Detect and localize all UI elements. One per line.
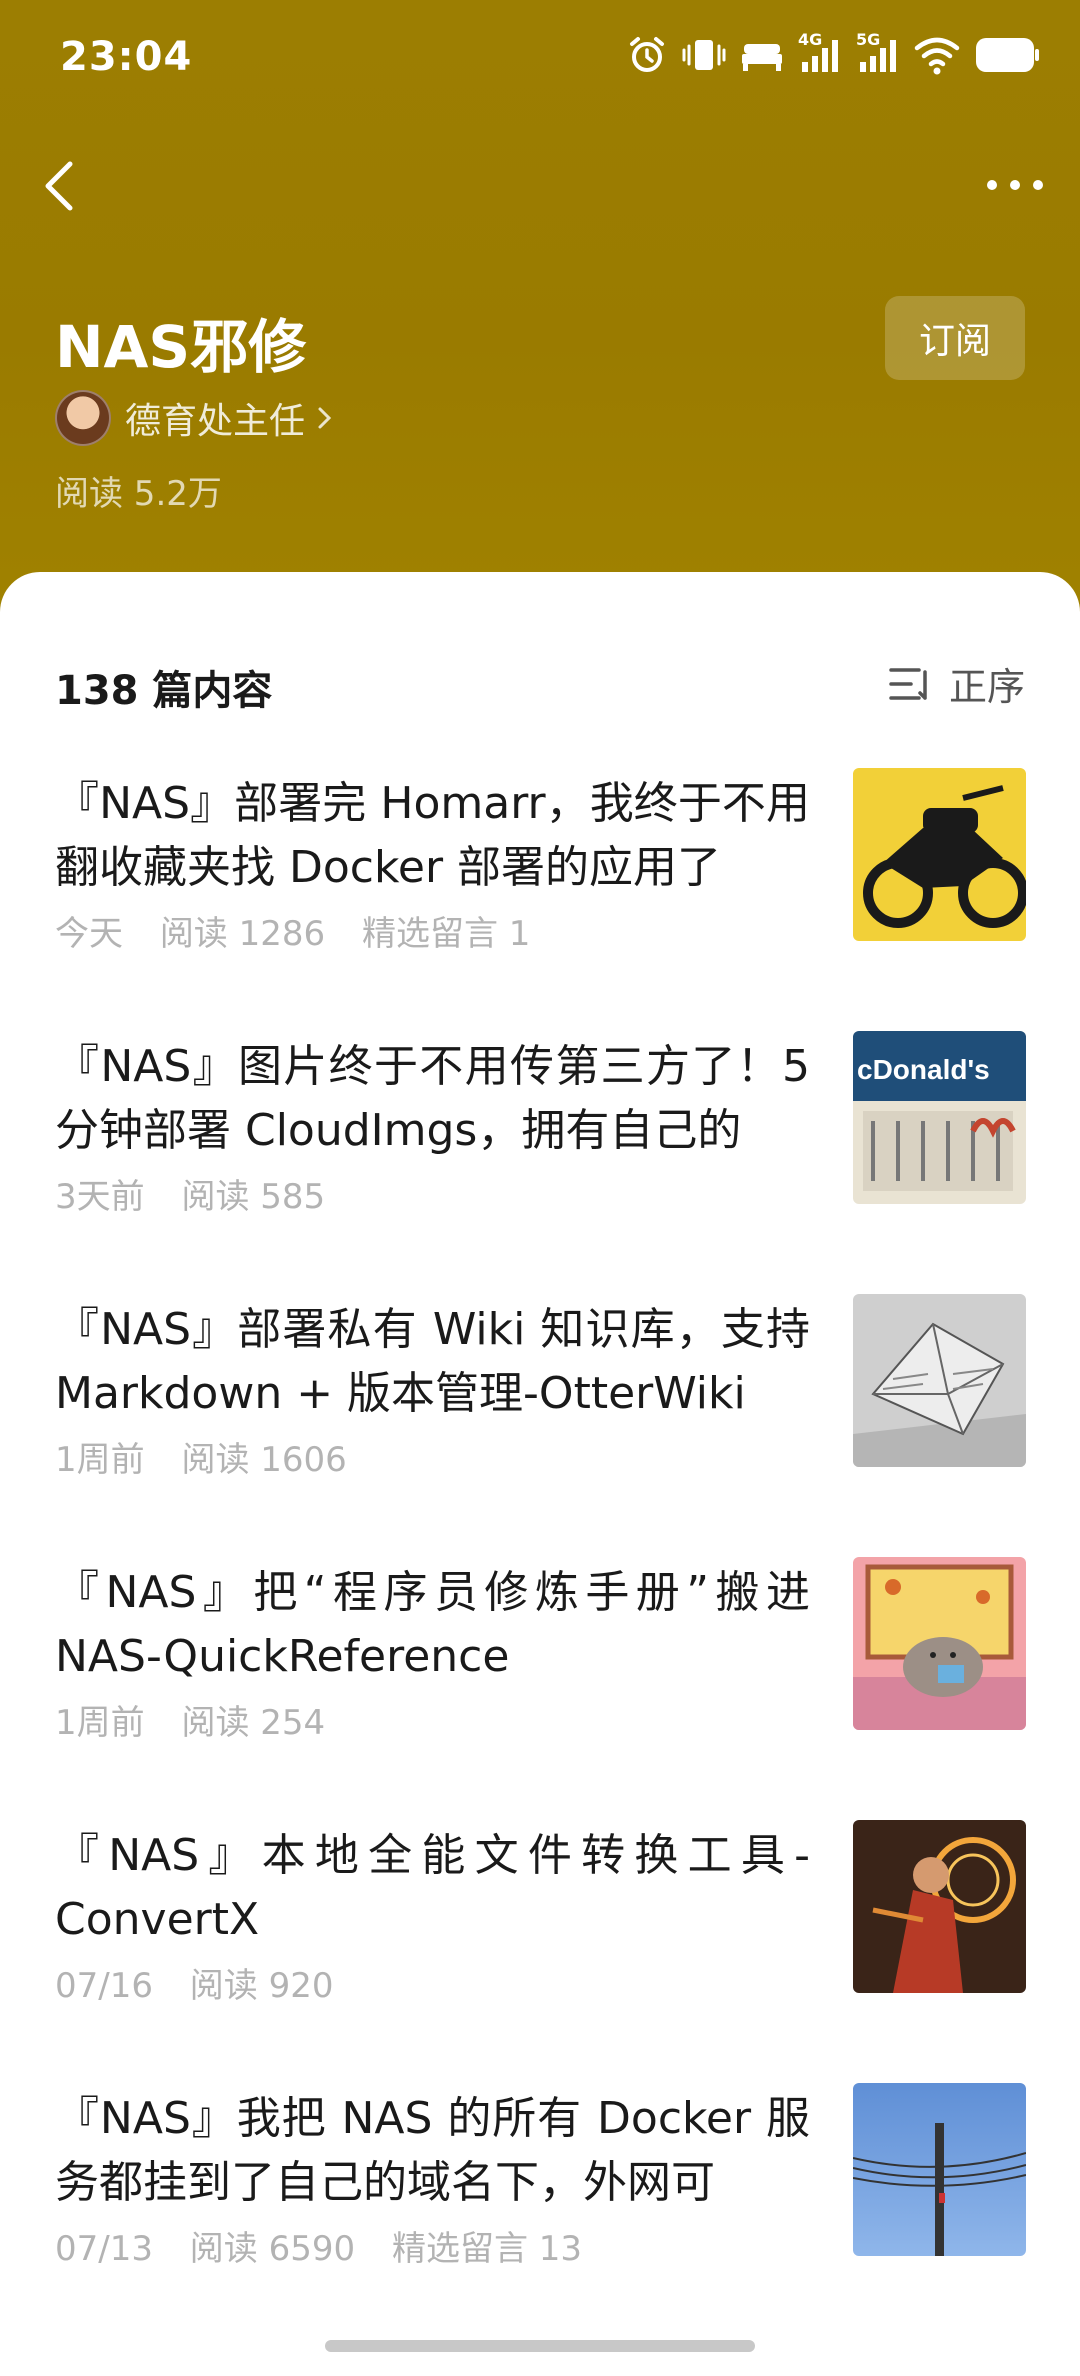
article-title: 『NAS』把“程序员修炼手册”搬进NAS-QuickReference bbox=[55, 1567, 810, 1682]
chevron-right-icon bbox=[318, 407, 332, 429]
article-meta: 07/16 阅读 920 bbox=[55, 1958, 360, 2007]
thumbnail-text: cDonald's bbox=[857, 1054, 990, 1085]
article-item[interactable]: 『NAS』把“程序员修炼手册”搬进NAS-QuickReference 1周前 … bbox=[0, 1557, 1080, 1824]
article-item[interactable]: 『NAS』图片终于不用传第三方了！5 分钟部署 CloudImgs，拥有自己的 … bbox=[0, 1031, 1080, 1298]
article-meta: 07/13 阅读 6590 精选留言 13 bbox=[55, 2221, 608, 2270]
article-date: 3天前 bbox=[55, 1177, 145, 1217]
article-reads: 阅读 1286 bbox=[159, 914, 326, 954]
avatar bbox=[55, 390, 111, 446]
status-bar: 23:04 4G 5G bbox=[0, 0, 1080, 110]
article-date: 1周前 bbox=[55, 1703, 145, 1743]
more-icon[interactable] bbox=[980, 160, 1050, 210]
article-date: 今天 bbox=[55, 914, 123, 954]
article-reads: 阅读 1606 bbox=[181, 1440, 347, 1480]
article-item[interactable]: 『NAS』本地全能文件转换工具-ConvertX 07/16 阅读 920 bbox=[0, 1820, 1080, 2087]
article-meta: 今天 阅读 1286 精选留言 1 bbox=[55, 906, 556, 955]
article-meta: 1周前 阅读 1606 bbox=[55, 1432, 373, 1481]
status-time: 23:04 bbox=[60, 34, 193, 80]
content-panel: 138 篇内容 正序 『NAS』部署完 Homarr，我终于不用翻收藏夹找 Do… bbox=[0, 572, 1080, 2376]
back-arrow-icon[interactable] bbox=[30, 150, 90, 220]
home-indicator[interactable] bbox=[325, 2340, 755, 2352]
vibrate-icon bbox=[682, 40, 726, 70]
sort-button[interactable]: 正序 bbox=[887, 656, 1025, 711]
alarm-icon bbox=[630, 37, 664, 72]
article-thumbnail bbox=[853, 2083, 1026, 2256]
article-meta: 3天前 阅读 585 bbox=[55, 1169, 351, 1218]
article-thumbnail bbox=[853, 1294, 1026, 1467]
article-thumbnail bbox=[853, 768, 1026, 941]
article-reads: 阅读 920 bbox=[189, 1966, 334, 2006]
article-item[interactable]: 『NAS』部署私有 Wiki 知识库，支持 Markdown + 版本管理-Ot… bbox=[0, 1294, 1080, 1561]
signal-5g: 5G bbox=[856, 30, 900, 76]
author-name: 德育处主任 bbox=[125, 401, 306, 442]
article-title: 『NAS』部署完 Homarr，我终于不用翻收藏夹找 Docker 部署的应用了 bbox=[55, 778, 810, 893]
author-link[interactable]: 德育处主任 bbox=[55, 388, 335, 448]
status-icons: 4G 5G bbox=[626, 30, 1040, 76]
bed-icon bbox=[742, 44, 782, 71]
article-item[interactable]: 『NAS』部署完 Homarr，我终于不用翻收藏夹找 Docker 部署的应用了… bbox=[0, 768, 1080, 1035]
article-thumbnail bbox=[853, 1557, 1026, 1730]
article-list: 『NAS』部署完 Homarr，我终于不用翻收藏夹找 Docker 部署的应用了… bbox=[0, 768, 1080, 2350]
article-reads: 阅读 6590 bbox=[189, 2229, 356, 2269]
article-date: 07/16 bbox=[55, 1966, 153, 2006]
subscribe-button[interactable]: 订阅 bbox=[885, 296, 1025, 380]
cell-signal-icon bbox=[802, 40, 838, 72]
article-reads: 阅读 254 bbox=[181, 1703, 326, 1743]
sort-label: 正序 bbox=[948, 665, 1025, 709]
article-comments: 精选留言 13 bbox=[391, 2229, 583, 2269]
article-reads: 阅读 585 bbox=[181, 1177, 326, 1217]
sort-icon bbox=[889, 667, 927, 700]
total-reads: 阅读 5.2万 bbox=[55, 474, 222, 514]
article-thumbnail bbox=[853, 1820, 1026, 1993]
wifi-icon bbox=[914, 37, 960, 75]
article-title: 『NAS』图片终于不用传第三方了！5 分钟部署 CloudImgs，拥有自己的 bbox=[55, 1041, 810, 1156]
content-count: 138 篇内容 bbox=[55, 668, 273, 714]
article-thumbnail: cDonald's bbox=[853, 1031, 1026, 1204]
cell-signal-icon bbox=[860, 40, 896, 72]
article-meta: 1周前 阅读 254 bbox=[55, 1695, 351, 1744]
battery-icon bbox=[976, 38, 1039, 72]
article-title: 『NAS』我把 NAS 的所有 Docker 服务都挂到了自己的域名下，外网可 bbox=[55, 2093, 810, 2208]
header: 23:04 4G 5G NAS邪修 订阅 德育处主任 阅读 5.2万 bbox=[0, 0, 1080, 620]
signal-4g: 4G bbox=[798, 30, 842, 76]
article-date: 1周前 bbox=[55, 1440, 145, 1480]
account-title: NAS邪修 bbox=[55, 313, 307, 381]
article-comments: 精选留言 1 bbox=[361, 914, 531, 954]
article-title: 『NAS』部署私有 Wiki 知识库，支持 Markdown + 版本管理-Ot… bbox=[55, 1304, 810, 1419]
article-item[interactable]: 『NAS』我把 NAS 的所有 Docker 服务都挂到了自己的域名下，外网可 … bbox=[0, 2083, 1080, 2350]
article-title: 『NAS』本地全能文件转换工具-ConvertX bbox=[55, 1830, 810, 1945]
article-date: 07/13 bbox=[55, 2229, 153, 2269]
